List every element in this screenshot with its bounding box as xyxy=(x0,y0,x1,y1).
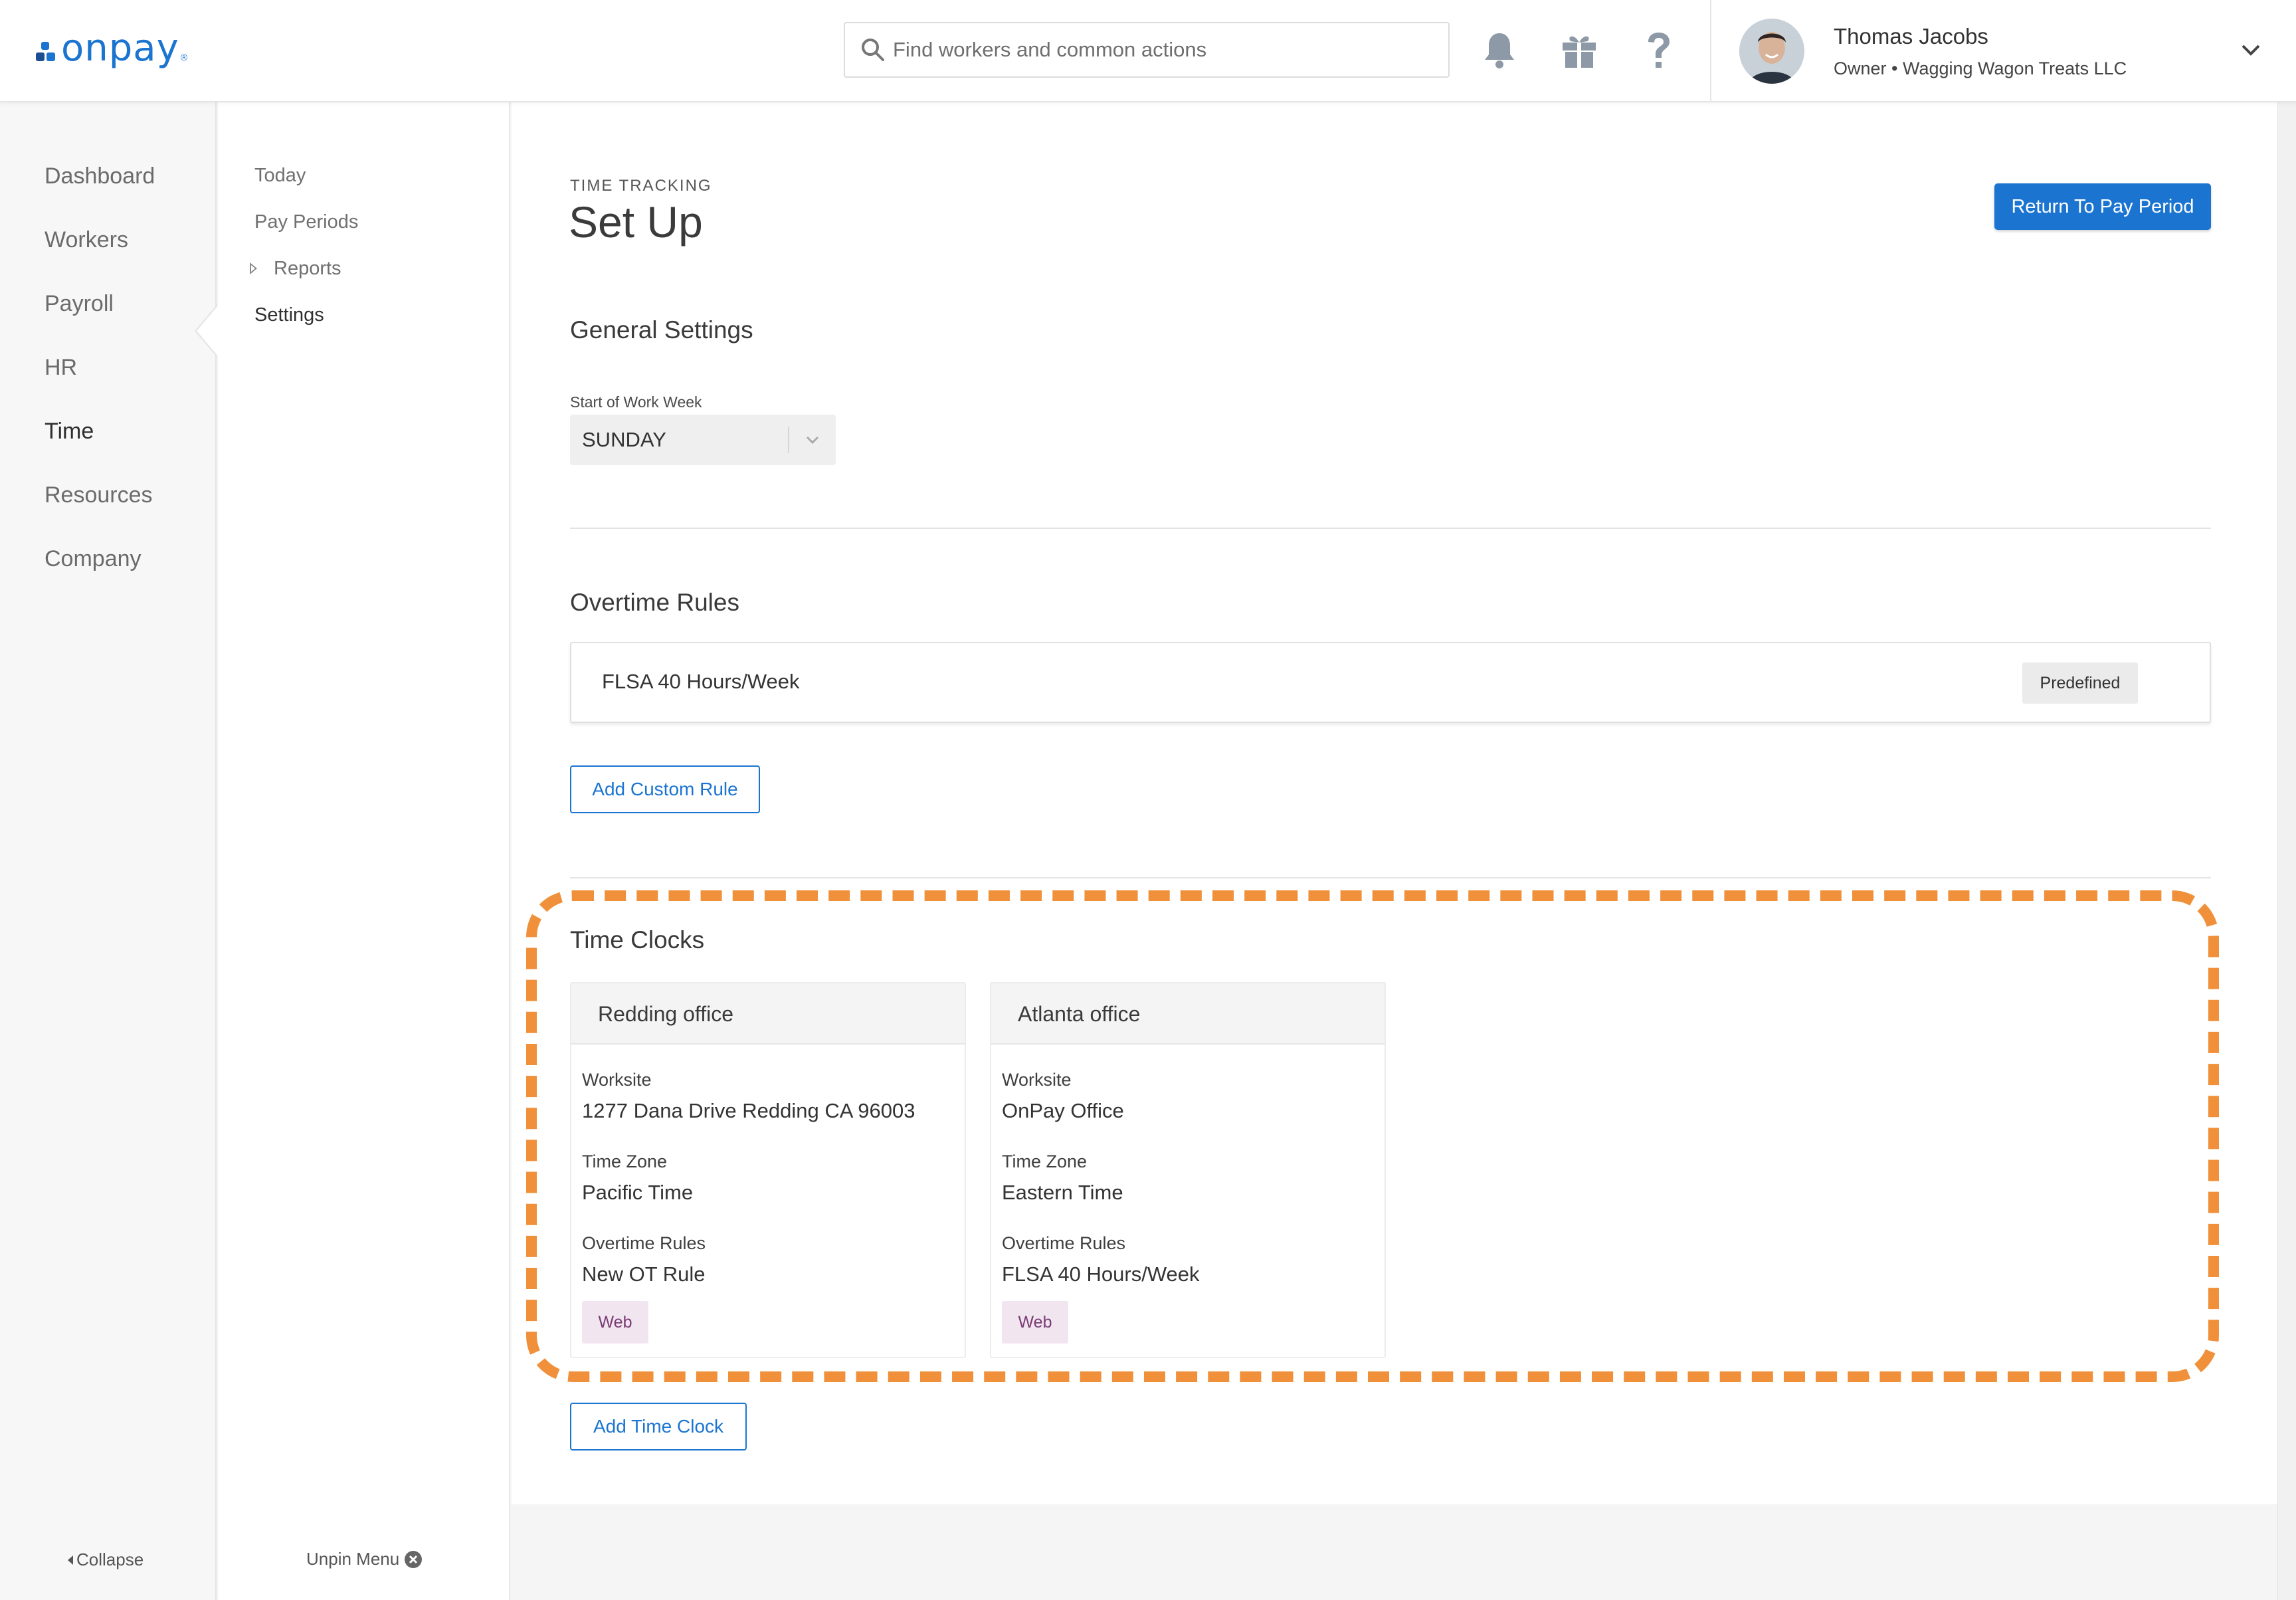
chevron-down-icon[interactable] xyxy=(2238,40,2264,60)
unpin-label: Unpin Menu xyxy=(306,1549,400,1569)
subnav-item-reports[interactable]: Reports xyxy=(274,258,341,280)
top-bar: onpay ® Find workers and common actions … xyxy=(0,0,2296,102)
sidebar-item-payroll[interactable]: Payroll xyxy=(45,291,114,317)
divider xyxy=(570,877,2211,878)
scrollbar[interactable] xyxy=(2277,102,2296,1600)
user-role: Owner • Wagging Wagon Treats LLC xyxy=(1834,58,2127,78)
divider xyxy=(570,528,2211,529)
chevron-down-icon xyxy=(789,415,836,465)
unpin-menu-button[interactable]: Unpin Menu xyxy=(306,1549,423,1569)
overtime-rule-name: FLSA 40 Hours/Week xyxy=(602,670,800,693)
onpay-logo[interactable]: onpay ® xyxy=(36,26,187,70)
search-icon xyxy=(860,37,886,63)
start-week-label: Start of Work Week xyxy=(570,393,702,411)
start-week-select[interactable]: SUNDAY xyxy=(570,415,836,465)
sidebar-item-company[interactable]: Company xyxy=(45,546,142,572)
subnav-item-today[interactable]: Today xyxy=(254,165,306,187)
page-title: Set Up xyxy=(569,197,703,247)
overtime-rules-title: Overtime Rules xyxy=(570,589,739,616)
help-icon[interactable] xyxy=(1638,29,1680,72)
gift-icon[interactable] xyxy=(1558,29,1600,72)
predefined-badge: Predefined xyxy=(2022,662,2138,704)
sidebar-item-resources[interactable]: Resources xyxy=(45,482,153,508)
overtime-rule-card[interactable]: FLSA 40 Hours/Week Predefined xyxy=(570,642,2211,723)
start-week-value: SUNDAY xyxy=(582,428,666,451)
sidebar-item-workers[interactable]: Workers xyxy=(45,227,128,253)
logo-mark xyxy=(36,42,58,64)
sidebar-item-time[interactable]: Time xyxy=(45,419,94,445)
close-circle-icon xyxy=(405,1550,423,1568)
sidebar-item-dashboard[interactable]: Dashboard xyxy=(45,163,155,189)
add-custom-rule-button[interactable]: Add Custom Rule xyxy=(570,765,760,813)
search-input[interactable] xyxy=(893,38,1424,62)
sidebar-item-hr[interactable]: HR xyxy=(45,355,77,381)
logo-text: onpay xyxy=(61,26,179,70)
collapse-label: Collapse xyxy=(76,1550,144,1569)
search-box[interactable] xyxy=(844,22,1450,78)
general-settings-title: General Settings xyxy=(570,316,753,344)
header-divider xyxy=(1710,0,1711,102)
time-clocks-highlight xyxy=(526,890,2219,1382)
page-eyebrow: TIME TRACKING xyxy=(570,177,712,195)
main-footer xyxy=(512,1504,2277,1600)
primary-sidebar: Dashboard Workers Payroll HR Time Resour… xyxy=(0,102,217,1600)
active-nav-pointer xyxy=(197,306,218,356)
secondary-sidebar: Today Pay Periods Reports Settings Unpin… xyxy=(218,102,510,1600)
caret-left-icon xyxy=(68,1555,73,1565)
avatar[interactable] xyxy=(1739,19,1804,84)
add-time-clock-button[interactable]: Add Time Clock xyxy=(570,1403,747,1450)
bell-icon[interactable] xyxy=(1478,29,1521,72)
subnav-item-settings[interactable]: Settings xyxy=(254,304,324,326)
user-name[interactable]: Thomas Jacobs xyxy=(1834,24,1988,49)
collapse-button[interactable]: Collapse xyxy=(68,1550,144,1570)
subnav-item-pay-periods[interactable]: Pay Periods xyxy=(254,211,358,233)
return-to-pay-period-button[interactable]: Return To Pay Period xyxy=(1994,183,2211,230)
